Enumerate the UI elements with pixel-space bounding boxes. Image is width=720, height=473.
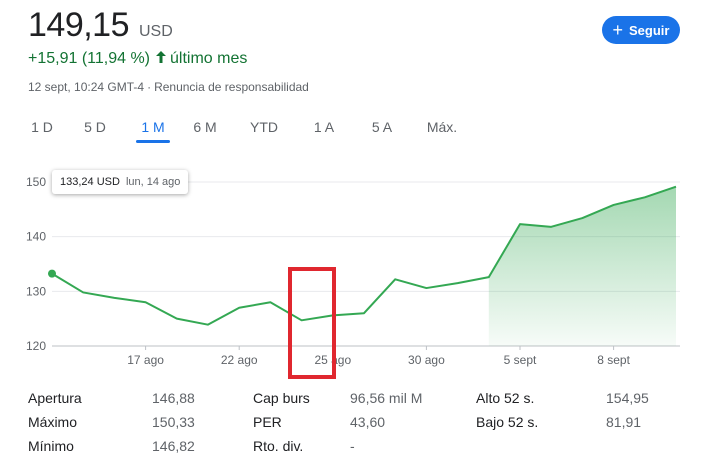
stat-open: Apertura xyxy=(28,388,82,408)
stat-52w-high: Alto 52 s. xyxy=(476,388,534,408)
stat-market-cap: Cap burs xyxy=(253,388,310,408)
x-tick-label: 17 ago xyxy=(127,353,164,367)
stat-pe-ratio-value: 43,60 xyxy=(350,414,386,430)
stat-label: PER xyxy=(253,414,282,430)
highlight-annotation-box xyxy=(288,267,336,379)
y-tick-label: 120 xyxy=(26,339,46,353)
stat-pe-ratio: PER xyxy=(253,412,282,432)
stat-label: Rto. div. xyxy=(253,438,304,454)
tab-range-5y[interactable]: 5 A xyxy=(360,114,404,140)
y-tick-label: 130 xyxy=(26,284,46,298)
stat-market-cap-value: 96,56 mil M xyxy=(350,390,423,406)
stat-label: Cap burs xyxy=(253,390,310,406)
x-tick-label: 8 sept xyxy=(597,353,630,367)
follow-button-label: Seguir xyxy=(629,22,670,38)
tab-label: 6 M xyxy=(193,119,217,135)
stat-label: Alto 52 s. xyxy=(476,390,535,406)
chart-points xyxy=(48,269,56,278)
stat-52w-high-value: 154,95 xyxy=(606,390,649,406)
tab-label: 5 D xyxy=(84,119,106,135)
plus-icon: + xyxy=(612,20,624,40)
chart-tooltip: 133,24 USD lun, 14 ago xyxy=(52,170,189,194)
tab-label: 1 M xyxy=(141,119,165,135)
stat-52w-low-value: 81,91 xyxy=(606,414,642,430)
range-tabs: 1 D 5 D 1 M 6 M YTD 1 A 5 A Máx. xyxy=(20,114,480,143)
currency-label: USD xyxy=(139,23,173,40)
tab-label: Máx. xyxy=(426,119,458,135)
stat-high-value: 150,33 xyxy=(152,414,195,430)
stat-label: Apertura xyxy=(28,390,82,406)
tab-range-ytd[interactable]: YTD xyxy=(240,114,288,140)
tab-range-5d[interactable]: 5 D xyxy=(64,114,126,140)
stat-low: Mínimo xyxy=(28,436,74,456)
hover-point-marker xyxy=(48,269,56,278)
y-tick-label: 150 xyxy=(26,175,46,189)
change-period: último mes xyxy=(170,50,248,67)
tooltip-date: lun, 14 ago xyxy=(125,176,181,188)
change-value: +15,91 (11,94 %) xyxy=(28,50,151,67)
stat-dividend-yield: Rto. div. xyxy=(253,436,303,456)
quote-meta: 12 sept, 10:24 GMT-4 · Renuncia de respo… xyxy=(28,80,309,94)
tab-range-1m[interactable]: 1 M xyxy=(136,114,170,143)
follow-button[interactable]: + Seguir xyxy=(602,16,680,44)
x-tick-label: 22 ago xyxy=(221,353,258,367)
tab-range-1y[interactable]: 1 A xyxy=(288,114,360,140)
arrow-up-icon xyxy=(156,50,167,68)
tab-label: 5 A xyxy=(371,119,393,135)
quote-timestamp: 12 sept, 10:24 GMT-4 xyxy=(28,80,145,94)
tab-range-max[interactable]: Máx. xyxy=(404,114,480,140)
tooltip-price: 133,24 USD xyxy=(60,176,120,188)
stat-52w-low: Bajo 52 s. xyxy=(476,412,538,432)
stat-label: Máximo xyxy=(28,414,78,430)
quote-header: 149,15 USD xyxy=(28,6,173,45)
stat-high: Máximo xyxy=(28,412,77,432)
tab-label: YTD xyxy=(250,119,278,135)
stat-low-value: 146,82 xyxy=(152,438,195,454)
x-tick-label: 5 sept xyxy=(504,353,537,367)
stat-open-value: 146,88 xyxy=(152,390,195,406)
tab-label: 1 A xyxy=(313,119,335,135)
tab-range-6m[interactable]: 6 M xyxy=(170,114,240,140)
stat-label: Bajo 52 s. xyxy=(476,414,539,430)
stat-label: Mínimo xyxy=(28,438,74,454)
price-change: +15,91 (11,94 %) último mes xyxy=(28,50,247,68)
stat-dividend-yield-value: - xyxy=(350,438,355,454)
tab-label: 1 D xyxy=(31,119,53,135)
chart-area-fill xyxy=(488,186,676,346)
tab-range-1d[interactable]: 1 D xyxy=(20,114,64,140)
disclaimer-link[interactable]: Renuncia de responsabilidad xyxy=(154,80,309,94)
meta-separator: · xyxy=(147,80,152,94)
current-price: 149,15 xyxy=(28,6,130,44)
y-tick-label: 140 xyxy=(26,230,46,244)
x-tick-label: 30 ago xyxy=(408,353,445,367)
